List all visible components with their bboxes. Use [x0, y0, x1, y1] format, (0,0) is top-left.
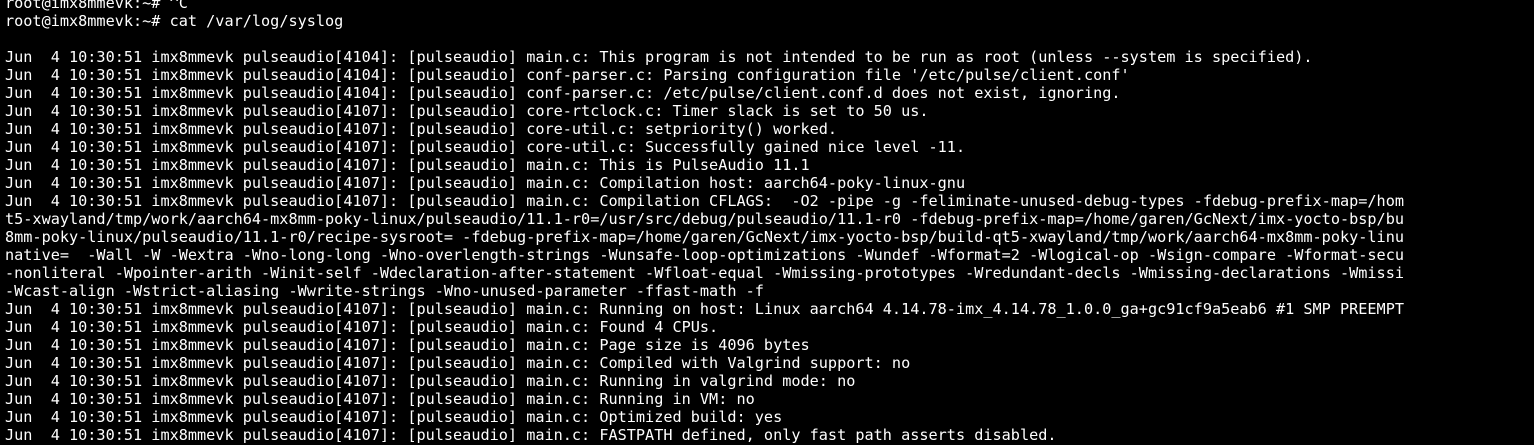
- log-line: Jun 4 10:30:51 imx8mmevk pulseaudio[4107…: [5, 318, 719, 336]
- log-line: native= -Wall -W -Wextra -Wno-long-long …: [5, 246, 1404, 264]
- log-line: Jun 4 10:30:51 imx8mmevk pulseaudio[4107…: [5, 390, 755, 408]
- log-line: Jun 4 10:30:51 imx8mmevk pulseaudio[4107…: [5, 408, 783, 426]
- log-output: Jun 4 10:30:51 imx8mmevk pulseaudio[4104…: [5, 48, 1534, 444]
- log-line: Jun 4 10:30:51 imx8mmevk pulseaudio[4107…: [5, 336, 810, 354]
- log-line: Jun 4 10:30:51 imx8mmevk pulseaudio[4107…: [5, 192, 1404, 210]
- log-line: t5-xwayland/tmp/work/aarch64-mx8mm-poky-…: [5, 210, 1404, 228]
- log-line: -nonliteral -Wpointer-arith -Winit-self …: [5, 264, 1404, 282]
- log-line: Jun 4 10:30:51 imx8mmevk pulseaudio[4107…: [5, 174, 966, 192]
- log-line: Jun 4 10:30:51 imx8mmevk pulseaudio[4107…: [5, 120, 838, 138]
- log-line: Jun 4 10:30:51 imx8mmevk pulseaudio[4107…: [5, 156, 810, 174]
- command-text: cat /var/log/syslog: [169, 12, 344, 30]
- log-line: Jun 4 10:30:51 imx8mmevk pulseaudio[4104…: [5, 48, 1313, 66]
- shell-prompt: root@imx8mmevk:~#: [5, 12, 170, 30]
- log-line: -Wcast-align -Wstrict-aliasing -Wwrite-s…: [5, 282, 764, 300]
- log-line: Jun 4 10:30:51 imx8mmevk pulseaudio[4107…: [5, 354, 911, 372]
- log-line: Jun 4 10:30:51 imx8mmevk pulseaudio[4107…: [5, 426, 1057, 444]
- terminal-window[interactable]: root@imx8mmevk:~# ^C root@imx8mmevk:~# c…: [0, 0, 1534, 445]
- log-line: Jun 4 10:30:51 imx8mmevk pulseaudio[4104…: [5, 66, 1130, 84]
- previous-prompt-line: root@imx8mmevk:~# ^C: [5, 0, 188, 12]
- log-line: Jun 4 10:30:51 imx8mmevk pulseaudio[4104…: [5, 84, 1121, 102]
- log-line: Jun 4 10:30:51 imx8mmevk pulseaudio[4107…: [5, 300, 1404, 318]
- command-line: root@imx8mmevk:~# cat /var/log/syslog: [5, 12, 1534, 30]
- log-line: Jun 4 10:30:51 imx8mmevk pulseaudio[4107…: [5, 102, 929, 120]
- log-line: Jun 4 10:30:51 imx8mmevk pulseaudio[4107…: [5, 138, 966, 156]
- log-line: Jun 4 10:30:51 imx8mmevk pulseaudio[4107…: [5, 372, 856, 390]
- log-line: 8mm-poky-linux/pulseaudio/11.1-r0/recipe…: [5, 228, 1404, 246]
